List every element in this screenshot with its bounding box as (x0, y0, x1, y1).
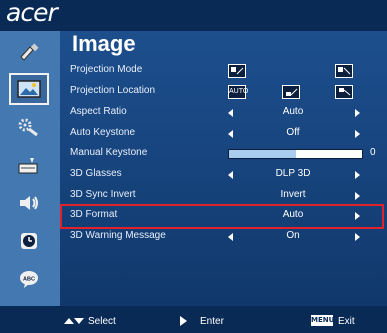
manual-keystone-value: 0 (370, 147, 376, 158)
3d-glasses-label: 3D Glasses (70, 168, 122, 179)
3d-warning-right-arrow[interactable] (355, 233, 360, 241)
sidebar: ABC (0, 31, 60, 306)
acer-logo: acer (6, 0, 58, 27)
footer-enter-text: Enter (200, 316, 224, 327)
footer-exit-text: Exit (338, 316, 355, 327)
3d-glasses-value: DLP 3D (275, 168, 311, 179)
3d-sync-invert-value: Invert (280, 189, 306, 200)
menu-row-aspect-ratio[interactable]: Aspect Ratio Auto (60, 103, 387, 124)
svg-text:ABC: ABC (23, 277, 35, 283)
audio-speaker-icon[interactable] (11, 189, 47, 217)
auto-keystone-right-arrow[interactable] (355, 130, 360, 138)
projection-location-label: Projection Location (70, 85, 156, 96)
up-down-arrows-icon (64, 318, 84, 324)
ceiling-location-icon[interactable] (335, 85, 353, 99)
3d-sync-invert-right-arrow[interactable] (355, 192, 360, 200)
menu-row-projection-location[interactable]: Projection Location AUTO (60, 82, 387, 103)
menu-row-3d-glasses[interactable]: 3D Glasses DLP 3D (60, 165, 387, 186)
auto-keystone-value: Off (286, 127, 300, 138)
rear-projection-icon[interactable] (335, 64, 353, 78)
aspect-ratio-value: Auto (282, 106, 304, 117)
footer-bar: Select Enter MENU Exit (0, 306, 387, 333)
3d-format-value: Auto (282, 209, 304, 220)
footer-select-text: Select (88, 316, 116, 327)
menu-row-auto-keystone[interactable]: Auto Keystone Off (60, 124, 387, 145)
3d-glasses-left-arrow[interactable] (228, 171, 233, 179)
menu-row-projection-mode[interactable]: Projection Mode (60, 61, 387, 82)
3d-format-right-arrow[interactable] (355, 212, 360, 220)
osd-header: acer (0, 0, 387, 31)
3d-format-label: 3D Format (70, 209, 118, 220)
projection-mode-label: Projection Mode (70, 64, 143, 75)
menu-row-3d-warning-message[interactable]: 3D Warning Message On (60, 227, 387, 248)
menu-row-3d-format[interactable]: 3D Format Auto (60, 204, 384, 229)
manual-keystone-slider[interactable] (228, 149, 363, 159)
manual-keystone-fill (229, 150, 296, 158)
language-icon[interactable]: ABC (11, 265, 47, 293)
menu-row-3d-sync-invert[interactable]: 3D Sync Invert Invert (60, 186, 387, 207)
image-menu-panel: Image Projection Mode Projection Locatio… (60, 31, 387, 306)
aspect-ratio-left-arrow[interactable] (228, 109, 233, 117)
projector-timer-icon[interactable] (11, 152, 47, 180)
3d-warning-message-label: 3D Warning Message (70, 230, 166, 241)
front-projection-icon[interactable] (228, 64, 246, 78)
auto-keystone-left-arrow[interactable] (228, 130, 233, 138)
3d-warning-left-arrow[interactable] (228, 233, 233, 241)
image-icon[interactable] (9, 73, 49, 105)
3d-warning-value: On (286, 230, 300, 241)
settings-gear-icon[interactable] (11, 113, 47, 141)
aspect-ratio-right-arrow[interactable] (355, 109, 360, 117)
clock-icon[interactable] (11, 227, 47, 255)
menu-key-badge: MENU (311, 315, 335, 326)
manual-keystone-label: Manual Keystone (70, 147, 148, 158)
aspect-ratio-label: Aspect Ratio (70, 106, 127, 117)
3d-sync-invert-label: 3D Sync Invert (70, 189, 136, 200)
3d-glasses-right-arrow[interactable] (355, 171, 360, 179)
page-title: Image (72, 31, 136, 56)
desktop-location-icon[interactable] (282, 85, 300, 99)
auto-keystone-label: Auto Keystone (70, 127, 136, 138)
enter-arrow-icon (180, 316, 187, 326)
auto-location-option[interactable]: AUTO (228, 85, 248, 99)
color-palette-icon[interactable] (11, 39, 47, 67)
menu-row-manual-keystone[interactable]: Manual Keystone 0 (60, 144, 387, 165)
